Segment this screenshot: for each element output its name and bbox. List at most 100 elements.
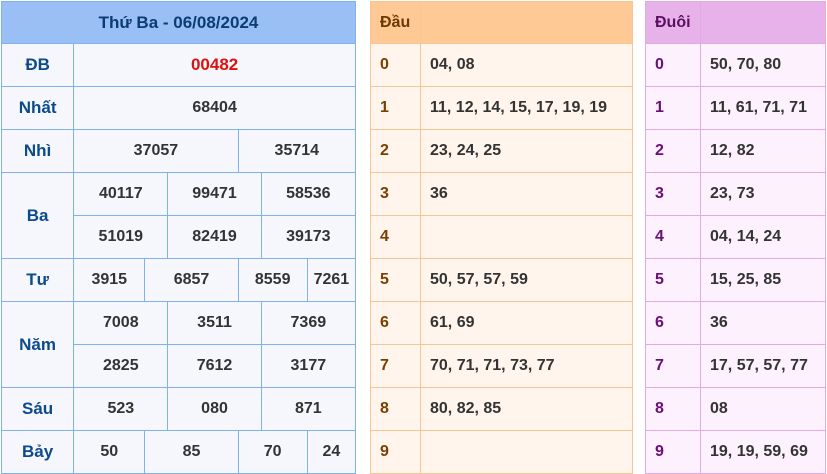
digit-cell: 7 xyxy=(645,344,701,388)
digit-cell: 7 xyxy=(370,344,421,388)
duoi-row: 3 23, 73 xyxy=(645,172,826,216)
prize-label: Năm xyxy=(0,301,75,388)
prize-value: 35714 xyxy=(237,129,357,173)
numbers-cell: 11, 61, 71, 71 xyxy=(700,86,826,130)
digit-cell: 2 xyxy=(645,129,701,173)
duoi-header: Đuôi xyxy=(645,1,701,44)
digit-cell: 5 xyxy=(370,258,421,302)
prize-row-tu: Tư 3915 6857 8559 7261 xyxy=(0,258,357,302)
dau-header-blank xyxy=(420,1,633,44)
digit-cell: 6 xyxy=(645,301,701,345)
dau-row: 6 61, 69 xyxy=(370,301,633,345)
prize-value: 68404 xyxy=(73,86,356,130)
prize-value: 82419 xyxy=(167,215,262,259)
duoi-row: 0 50, 70, 80 xyxy=(645,43,826,87)
dau-row: 8 80, 82, 85 xyxy=(370,387,633,431)
dau-table: Đầu 0 04, 08 1 11, 12, 14, 15, 17, 19, 19 … xyxy=(370,1,633,474)
prize-value: 7369 xyxy=(260,301,357,345)
dau-row: 0 04, 08 xyxy=(370,43,633,87)
dau-row: 2 23, 24, 25 xyxy=(370,129,633,173)
numbers-cell xyxy=(420,430,633,474)
digit-cell: 8 xyxy=(645,387,701,431)
prize-value: 080 xyxy=(167,387,262,431)
prize-value: 8559 xyxy=(237,258,308,302)
prize-value: 50 xyxy=(73,430,146,474)
numbers-cell: 15, 25, 85 xyxy=(700,258,826,302)
numbers-cell: 04, 08 xyxy=(420,43,633,87)
dau-row: 9 xyxy=(370,430,633,474)
duoi-header-blank xyxy=(700,1,826,44)
prize-label: Ba xyxy=(0,172,75,259)
dau-header: Đầu xyxy=(370,1,421,44)
prize-value: 3177 xyxy=(260,344,357,388)
numbers-cell: 36 xyxy=(700,301,826,345)
digit-cell: 4 xyxy=(370,215,421,259)
dau-row: 1 11, 12, 14, 15, 17, 19, 19 xyxy=(370,86,633,130)
duoi-row: 5 15, 25, 85 xyxy=(645,258,826,302)
results-title: Thứ Ba - 06/08/2024 xyxy=(1,1,356,44)
prize-row-ba: Ba 40117 99471 58536 xyxy=(0,172,357,259)
prize-label: Nhất xyxy=(0,86,75,130)
prize-value: 6857 xyxy=(144,258,239,302)
prize-label: Tư xyxy=(0,258,75,302)
numbers-cell: 23, 73 xyxy=(700,172,826,216)
duoi-row: 6 36 xyxy=(645,301,826,345)
prize-label: Sáu xyxy=(0,387,75,431)
prize-value: 37057 xyxy=(73,129,239,173)
prize-row-sau: Sáu 523 080 871 xyxy=(0,387,357,431)
prize-value: 523 xyxy=(73,387,169,431)
numbers-cell: 12, 82 xyxy=(700,129,826,173)
digit-cell: 0 xyxy=(645,43,701,87)
digit-cell: 1 xyxy=(645,86,701,130)
prize-value: 24 xyxy=(306,430,357,474)
digit-cell: 1 xyxy=(370,86,421,130)
prize-value: 58536 xyxy=(260,172,357,216)
numbers-cell: 36 xyxy=(420,172,633,216)
duoi-table: Đuôi 0 50, 70, 80 1 11, 61, 71, 71 2 12, 82… xyxy=(645,1,826,474)
numbers-cell: 04, 14, 24 xyxy=(700,215,826,259)
prize-value: 99471 xyxy=(167,172,262,216)
numbers-cell: 17, 57, 57, 77 xyxy=(700,344,826,388)
prize-row-db: ĐB 00482 xyxy=(0,43,356,87)
numbers-cell: 80, 82, 85 xyxy=(420,387,633,431)
numbers-cell: 11, 12, 14, 15, 17, 19, 19 xyxy=(420,86,633,130)
prize-value: 39173 xyxy=(260,215,357,259)
prize-value: 3511 xyxy=(167,301,262,345)
digit-cell: 3 xyxy=(370,172,421,216)
numbers-cell: 61, 69 xyxy=(420,301,633,345)
prize-value: 51019 xyxy=(73,215,169,259)
digit-cell: 0 xyxy=(370,43,421,87)
duoi-row: 1 11, 61, 71, 71 xyxy=(645,86,826,130)
dau-row: 7 70, 71, 71, 73, 77 xyxy=(370,344,633,388)
prize-value: 7261 xyxy=(306,258,357,302)
prize-row-nhi: Nhì 37057 35714 xyxy=(0,129,357,173)
dau-row: 4 xyxy=(370,215,633,259)
prize-value: 40117 xyxy=(73,172,169,216)
numbers-cell xyxy=(420,215,633,259)
digit-cell: 3 xyxy=(645,172,701,216)
numbers-cell: 08 xyxy=(700,387,826,431)
numbers-cell: 50, 57, 57, 59 xyxy=(420,258,633,302)
prize-value: 85 xyxy=(144,430,239,474)
duoi-row: 8 08 xyxy=(645,387,826,431)
prize-label: Bảy xyxy=(0,430,75,474)
numbers-cell: 23, 24, 25 xyxy=(420,129,633,173)
duoi-row: 9 19, 19, 59, 69 xyxy=(645,430,826,474)
prize-row-nhat: Nhất 68404 xyxy=(0,86,356,130)
digit-cell: 9 xyxy=(370,430,421,474)
numbers-cell: 70, 71, 71, 73, 77 xyxy=(420,344,633,388)
prize-row-bay: Bảy 50 85 70 24 xyxy=(0,430,357,474)
digit-cell: 8 xyxy=(370,387,421,431)
prize-label: Nhì xyxy=(0,129,75,173)
prize-value: 871 xyxy=(260,387,357,431)
dau-row: 3 36 xyxy=(370,172,633,216)
duoi-row: 7 17, 57, 57, 77 xyxy=(645,344,826,388)
numbers-cell: 50, 70, 80 xyxy=(700,43,826,87)
prize-row-nam: Năm 7008 3511 7369 xyxy=(0,301,357,388)
prize-value: 7612 xyxy=(167,344,262,388)
prize-value: 00482 xyxy=(73,43,356,87)
duoi-row: 2 12, 82 xyxy=(645,129,826,173)
prize-value: 70 xyxy=(237,430,308,474)
results-table: Thứ Ba - 06/08/2024 ĐB 00482 Nhất 68404 … xyxy=(0,1,357,474)
digit-cell: 9 xyxy=(645,430,701,474)
